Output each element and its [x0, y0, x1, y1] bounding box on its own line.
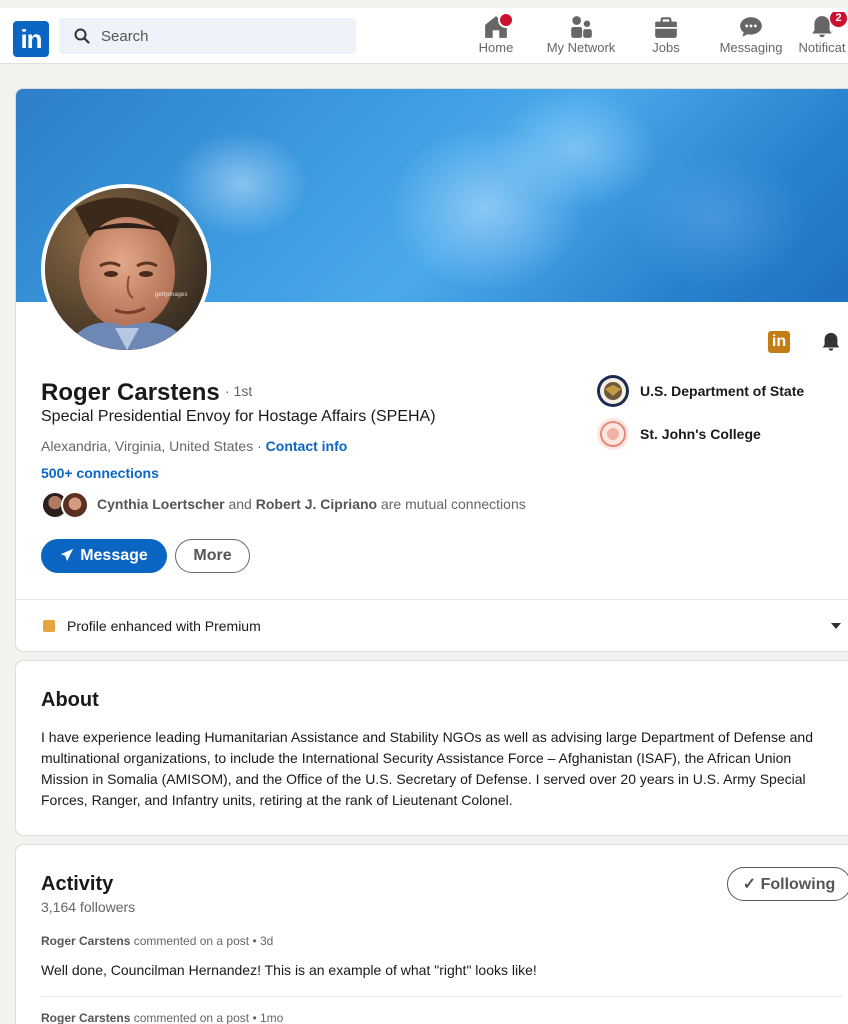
briefcase-icon: [647, 12, 685, 40]
following-button[interactable]: ✓ Following: [727, 867, 848, 901]
search-box[interactable]: [59, 18, 356, 54]
bell-icon: 2: [796, 12, 848, 40]
search-icon: [74, 28, 90, 44]
search-input[interactable]: [101, 18, 341, 54]
state-department-seal-icon: [596, 374, 630, 408]
mutual-avatar: [61, 491, 89, 519]
following-label: Following: [760, 876, 836, 893]
followers-count: 3,164 followers: [41, 899, 136, 915]
activity-meta: Roger Carstens commented on a post • 3d: [41, 934, 273, 948]
mutual-person-1: Cynthia Loertscher: [97, 496, 225, 512]
message-button-label: Message: [80, 547, 148, 564]
nav-label: Home: [478, 40, 514, 55]
about-card: About I have experience leading Humanita…: [15, 660, 848, 836]
svg-text:gettyimages: gettyimages: [155, 292, 187, 298]
activity-meta: Roger Carstens commented on a post • 1mo: [41, 1011, 283, 1024]
mutual-connections-text: Cynthia Loertscher and Robert J. Ciprian…: [97, 496, 526, 512]
nav-messaging[interactable]: Messaging: [716, 12, 786, 60]
profile-name[interactable]: Roger Carstens: [41, 379, 220, 407]
nav-label: My Network: [546, 40, 616, 55]
premium-icon: [43, 620, 55, 632]
premium-label: Profile enhanced with Premium: [67, 618, 261, 634]
activity-meta-text: commented on a post • 1mo: [130, 1011, 284, 1024]
nav-jobs[interactable]: Jobs: [647, 12, 685, 60]
bell-icon[interactable]: [820, 331, 842, 353]
divider: [41, 996, 843, 997]
connection-degree: · 1st: [225, 383, 253, 399]
linkedin-premium-badge: in: [768, 331, 790, 353]
send-icon: [61, 548, 74, 562]
activity-author[interactable]: Roger Carstens: [41, 934, 130, 948]
people-icon: [543, 12, 619, 40]
activity-meta-text: commented on a post • 3d: [130, 934, 274, 948]
mutual-person-2: Robert J. Cipriano: [255, 496, 378, 512]
home-icon: [474, 12, 518, 40]
about-title: About: [41, 689, 99, 711]
profile-location-row: Alexandria, Virginia, United States · Co…: [41, 438, 347, 454]
college-seal-icon: [596, 417, 630, 451]
nav-label: Jobs: [652, 40, 680, 55]
about-text: I have experience leading Humanitarian A…: [41, 729, 813, 808]
activity-author[interactable]: Roger Carstens: [41, 1011, 130, 1024]
premium-row[interactable]: Profile enhanced with Premium: [16, 599, 848, 651]
mutual-joiner: and: [224, 496, 256, 512]
nav-home[interactable]: Home: [474, 12, 518, 60]
notification-count-badge: 2: [830, 12, 847, 27]
profile-card: gettyimages in Roger Carstens · 1st Spec…: [15, 88, 848, 652]
notification-dot: [498, 12, 514, 28]
separator: ·: [253, 438, 266, 454]
chat-icon: [716, 12, 786, 40]
nav-label: Notificat: [798, 40, 846, 55]
contact-info-link[interactable]: Contact info: [266, 438, 348, 454]
nav-notifications[interactable]: 2 Notificat: [796, 12, 848, 60]
nav-label: Messaging: [719, 40, 783, 55]
profile-photo: gettyimages: [45, 188, 207, 350]
profile-location: Alexandria, Virginia, United States: [41, 438, 254, 454]
activity-title: Activity: [41, 873, 114, 895]
caret-down-icon[interactable]: [830, 620, 842, 632]
nav-my-network[interactable]: My Network: [543, 12, 619, 60]
profile-headline: Special Presidential Envoy for Hostage A…: [41, 408, 436, 425]
connections-link[interactable]: 500+ connections: [41, 465, 159, 481]
activity-card: Activity 3,164 followers ✓ Following Rog…: [15, 844, 848, 1024]
linkedin-logo[interactable]: in: [13, 21, 49, 57]
check-icon: ✓: [742, 876, 761, 893]
message-button[interactable]: Message: [41, 539, 167, 573]
top-nav-bar: in Home My Network Jobs Messaging: [0, 8, 848, 64]
mutual-suffix: are mutual connections: [377, 496, 526, 512]
org-name: U.S. Department of State: [640, 383, 805, 399]
more-button[interactable]: More: [175, 539, 250, 573]
org-name: St. John's College: [640, 426, 761, 442]
profile-avatar[interactable]: gettyimages: [41, 184, 211, 354]
activity-text[interactable]: Well done, Councilman Hernandez! This is…: [41, 962, 537, 978]
